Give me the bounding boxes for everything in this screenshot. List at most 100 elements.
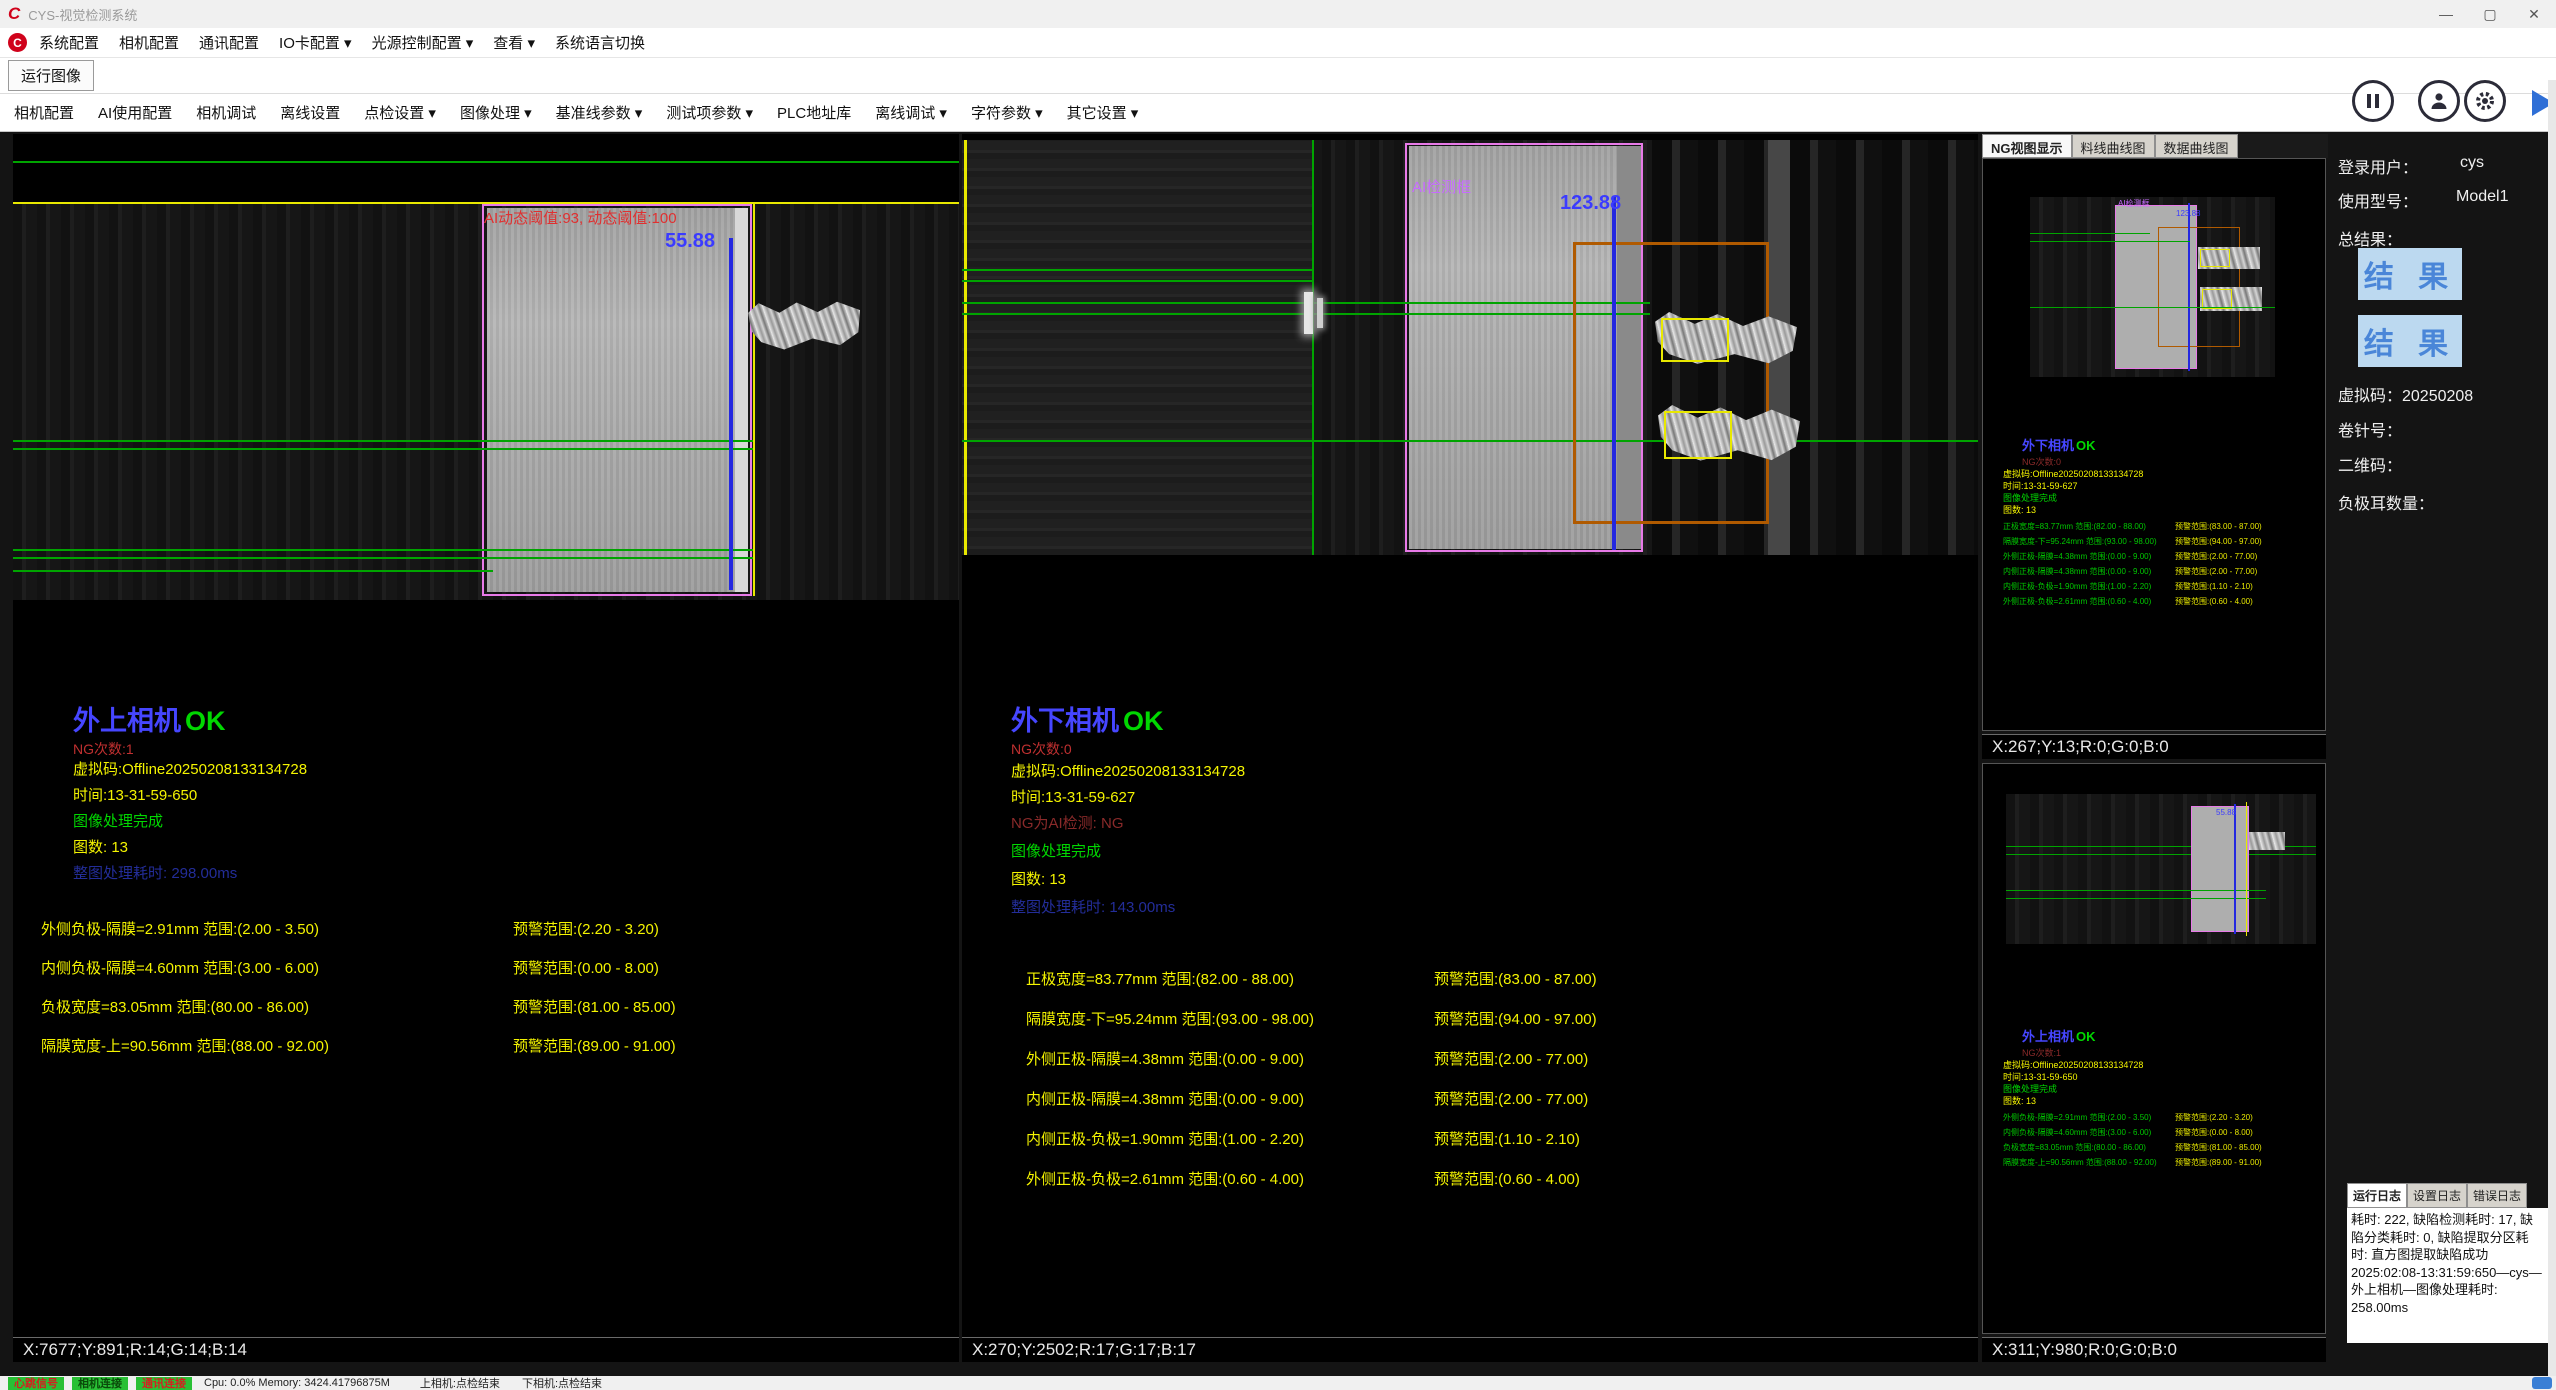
measurement-text: 负极宽度=83.05mm 范围:(80.00 - 86.00) <box>2003 1142 2146 1153</box>
tool-offline-setting[interactable]: 离线设置 <box>280 102 340 123</box>
tab-setting-log[interactable]: 设置日志 <box>2407 1183 2467 1208</box>
measurement-warn: 预警范围:(2.20 - 3.20) <box>513 918 659 939</box>
ai-box-label: AI检测框 <box>2118 198 2150 209</box>
close-icon[interactable]: ✕ <box>2512 0 2556 28</box>
tab-run-image[interactable]: 运行图像 <box>8 60 94 91</box>
right-camera-image[interactable]: AI检测框 123.88 <box>962 140 1978 555</box>
measurement-warn: 预警范围:(81.00 - 85.00) <box>2175 1142 2262 1153</box>
measurement-warn: 预警范围:(83.00 - 87.00) <box>1434 968 1597 989</box>
measurement-warn: 预警范围:(83.00 - 87.00) <box>2175 521 2262 532</box>
scrollbar-track[interactable] <box>2548 80 2556 1376</box>
nav-row: 运行图像 <box>0 58 2556 94</box>
menu-item-system-config[interactable]: 系统配置 <box>39 32 99 53</box>
ng-preview-bottom[interactable]: 55.88 外上相机OK NG次数:1 虚拟码:Offline202502081… <box>1982 763 2326 1334</box>
menu-item-comm-config[interactable]: 通讯配置 <box>199 32 259 53</box>
overlay-line-green <box>13 448 753 450</box>
measurement-warn: 预警范围:(89.00 - 91.00) <box>513 1035 676 1056</box>
login-value: cys <box>2460 154 2484 172</box>
frame-count-text: 图数: 13 <box>1011 868 1066 889</box>
process-done-text: 图像处理完成 <box>73 810 163 831</box>
roi-box-pink <box>482 204 752 596</box>
tool-ai-use-config[interactable]: AI使用配置 <box>98 102 172 123</box>
tab-ng-view[interactable]: NG视图显示 <box>1982 134 2072 158</box>
pause-icon <box>2364 92 2382 110</box>
virtual-code-label: 虚拟码：20250208 <box>2338 382 2473 406</box>
overlay-line-yellow <box>753 204 755 596</box>
frame-count-text: 图数: 13 <box>2003 1094 2036 1107</box>
status-bar: 心跳信号 相机连接 通讯连接 Cpu: 0.0% Memory: 3424.41… <box>0 1376 2556 1390</box>
process-done-text: 图像处理完成 <box>1011 840 1101 861</box>
ng-count-text: NG次数:0 <box>1011 739 1072 759</box>
roi-box-orange <box>1573 242 1769 524</box>
title-bar: C CYS-视觉检测系统 — ▢ ✕ <box>0 0 2556 28</box>
roll-needle-label: 卷针号： <box>2338 417 2402 441</box>
tool-plc-address[interactable]: PLC地址库 <box>777 102 851 123</box>
preview-tabs: NG视图显示 料线曲线图 数据曲线图 <box>1982 134 2328 158</box>
cpu-memory-text: Cpu: 0.0% Memory: 3424.41796875M <box>204 1377 390 1389</box>
user-settings-button[interactable] <box>2418 80 2460 122</box>
tool-test-item-params[interactable]: 测试项参数 ▾ <box>666 102 753 123</box>
measurement-text: 隔膜宽度-上=90.56mm 范围:(88.00 - 92.00) <box>2003 1157 2157 1168</box>
lower-camera-status: 下相机:点检结束 <box>522 1375 602 1390</box>
tool-spot-check-setting[interactable]: 点检设置 ▾ <box>364 102 436 123</box>
tab-line-curve[interactable]: 料线曲线图 <box>2072 134 2155 158</box>
measure-line-blue <box>2234 804 2236 934</box>
measurement-text: 隔膜宽度-下=95.24mm 范围:(93.00 - 98.00) <box>2003 536 2157 547</box>
log-content[interactable]: 耗时: 222, 缺陷检测耗时: 17, 缺陷分类耗时: 0, 缺陷提取分区耗时… <box>2347 1208 2548 1343</box>
cursor-coordinates: X:7677;Y:891;R:14;G:14;B:14 <box>23 1340 247 1360</box>
menu-bar: C 系统配置 相机配置 通讯配置 IO卡配置 ▾ 光源控制配置 ▾ 查看 ▾ 系… <box>0 28 2556 58</box>
info-panel: 登录用户： cys 使用型号： Model1 总结果： 结 果 结 果 虚拟码：… <box>2338 140 2548 760</box>
log-line: 2025:02:08-13:31:59:650—cys—外上相机—图像处理耗时:… <box>2351 1264 2544 1317</box>
virtual-code-text: 虚拟码:Offline20250208133134728 <box>73 758 307 779</box>
result-text: 结 果 <box>2364 319 2456 363</box>
measurement-text: 内侧正极-负极=1.90mm 范围:(1.00 - 2.20) <box>1026 1128 1304 1149</box>
menu-item-camera-config[interactable]: 相机配置 <box>119 32 179 53</box>
menu-item-light-config[interactable]: 光源控制配置 ▾ <box>372 32 474 53</box>
ng-count-text: NG次数:1 <box>73 739 134 759</box>
comm-status-badge: 通讯连接 <box>136 1377 192 1390</box>
tab-run-log[interactable]: 运行日志 <box>2347 1183 2407 1208</box>
menu-item-io-card-config[interactable]: IO卡配置 ▾ <box>279 32 352 53</box>
tool-baseline-params[interactable]: 基准线参数 ▾ <box>556 102 643 123</box>
upper-camera-status: 上相机:点检结束 <box>420 1375 500 1390</box>
measurement-text: 内侧正极-负极=1.90mm 范围:(1.00 - 2.20) <box>2003 581 2151 592</box>
pause-button[interactable] <box>2352 80 2394 122</box>
overlay-line-green <box>2006 898 2266 899</box>
menu-item-view[interactable]: 查看 ▾ <box>493 32 535 53</box>
preview-image: AI检测框 123.88 <box>2030 197 2275 377</box>
measurement-warn: 预警范围:(2.00 - 77.00) <box>2175 551 2257 562</box>
model-value: Model1 <box>2456 188 2508 206</box>
menu-item-language-switch[interactable]: 系统语言切换 <box>555 32 645 53</box>
right-cursor-status: X:270;Y:2502;R:17;G:17;B:17 <box>962 1337 1978 1362</box>
overlay-line-green <box>2030 307 2275 308</box>
measurement-text: 内侧正极-隔膜=4.38mm 范围:(0.00 - 9.00) <box>2003 566 2151 577</box>
tool-char-params[interactable]: 字符参数 ▾ <box>971 102 1043 123</box>
measurement-warn: 预警范围:(2.00 - 77.00) <box>1434 1088 1588 1109</box>
tool-image-processing[interactable]: 图像处理 ▾ <box>460 102 532 123</box>
tab-error-log[interactable]: 错误日志 <box>2467 1183 2527 1208</box>
ng-preview-top[interactable]: AI检测框 123.88 外下相机OK NG次数:0 虚拟码:Offline20… <box>1982 158 2326 731</box>
overlay-line-green <box>2030 241 2190 242</box>
tool-camera-config[interactable]: 相机配置 <box>14 102 74 123</box>
metal-tab <box>747 296 862 354</box>
tab-data-curve[interactable]: 数据曲线图 <box>2155 134 2238 158</box>
tool-camera-debug[interactable]: 相机调试 <box>196 102 256 123</box>
frame-count-text: 图数: 13 <box>2003 503 2036 516</box>
left-camera-image[interactable]: AI动态阈值:93, 动态阈值:100 55.88 <box>13 204 959 600</box>
roi-box-pink <box>2191 806 2249 932</box>
bright-edge-strip <box>735 208 748 592</box>
overlay-line-green <box>13 570 493 572</box>
app-logo-icon: C <box>8 4 20 24</box>
measurement-warn: 预警范围:(0.00 - 8.00) <box>2175 1127 2253 1138</box>
resize-grip[interactable] <box>2532 1377 2552 1389</box>
heartbeat-status-badge: 心跳信号 <box>8 1377 64 1390</box>
maximize-icon[interactable]: ▢ <box>2468 0 2512 28</box>
system-settings-button[interactable] <box>2464 80 2506 122</box>
window-controls: — ▢ ✕ <box>2424 0 2556 28</box>
overlay-line-green <box>2030 233 2150 234</box>
measurement-text: 隔膜宽度-下=95.24mm 范围:(93.00 - 98.00) <box>1026 1008 1314 1029</box>
minimize-icon[interactable]: — <box>2424 0 2468 28</box>
tool-offline-debug[interactable]: 离线调试 ▾ <box>875 102 947 123</box>
measurement-warn: 预警范围:(94.00 - 97.00) <box>2175 536 2262 547</box>
tool-other-settings[interactable]: 其它设置 ▾ <box>1067 102 1139 123</box>
